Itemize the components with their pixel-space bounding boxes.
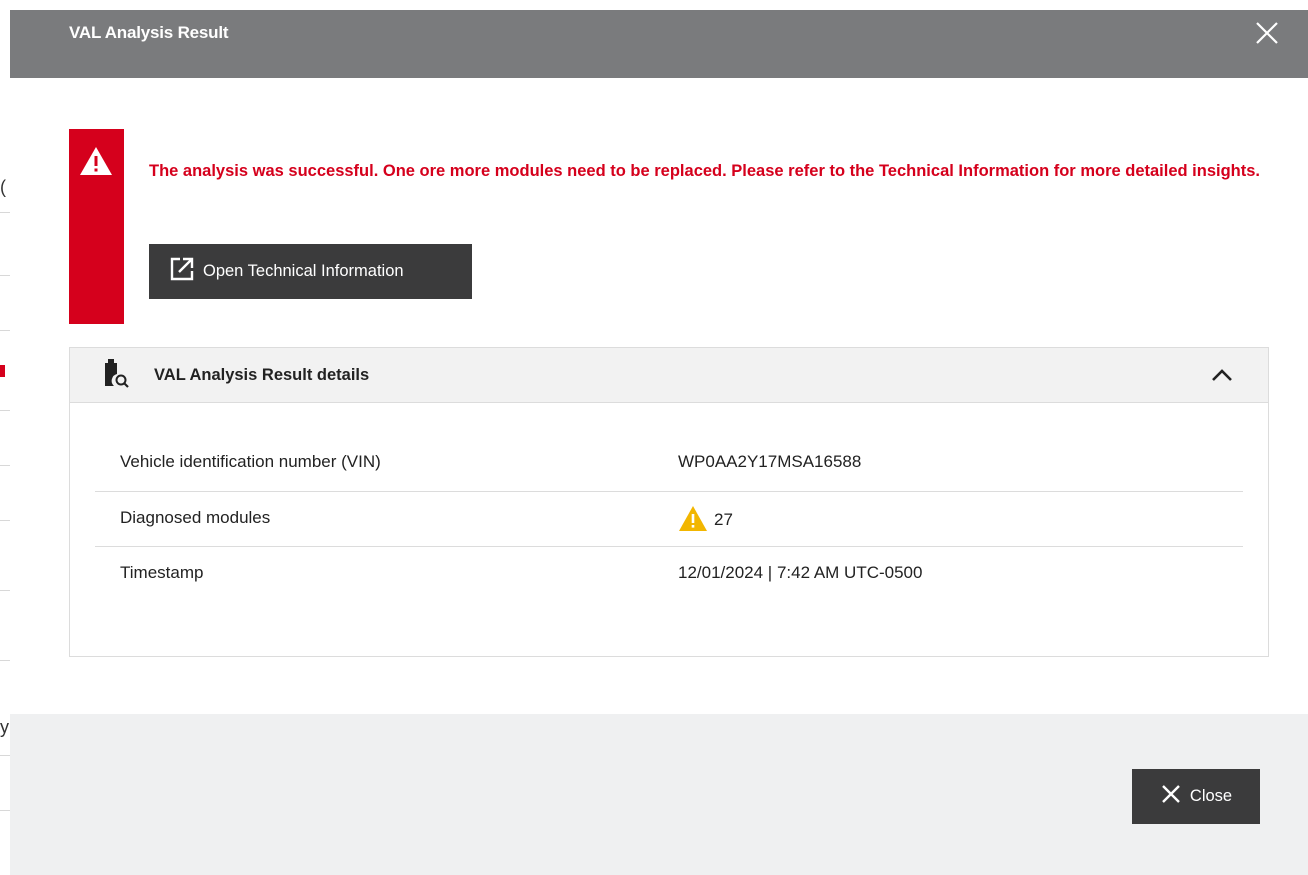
timestamp-label: Timestamp [120,563,204,582]
details-accordion: VAL Analysis Result details Vehicle iden… [69,347,1269,657]
open-technical-information-label: Open Technical Information [203,262,404,280]
alert-bar [69,129,124,324]
external-link-icon [169,256,203,287]
close-icon [1160,783,1190,810]
background-text: y [0,717,9,737]
divider [0,590,10,591]
val-analysis-dialog: VAL Analysis Result The analysis was suc… [10,0,1308,875]
divider [0,410,10,411]
close-button-label: Close [1189,787,1233,805]
timestamp-value: 12/01/2024 | 7:42 AM UTC-0500 [678,563,923,582]
divider [0,275,10,276]
table-row: Vehicle identification number (VIN) WP0A… [95,436,1243,492]
divider [0,330,10,331]
chevron-up-icon[interactable] [1210,365,1234,385]
diagnosed-modules-label: Diagnosed modules [120,508,271,527]
details-title: VAL Analysis Result details [154,366,370,384]
divider [0,465,10,466]
background-marker [0,365,5,377]
open-technical-information-button[interactable]: Open Technical Information [149,244,472,299]
close-button[interactable]: Close [1132,769,1260,824]
details-table: Vehicle identification number (VIN) WP0A… [95,436,1243,602]
background-app: ( y [0,0,10,875]
details-accordion-header[interactable]: VAL Analysis Result details [70,348,1268,403]
error-alert: The analysis was successful. One ore mor… [69,129,1269,324]
dialog-footer: Close [10,714,1308,875]
diagnosed-modules-count: 27 [714,510,733,529]
vin-value: WP0AA2Y17MSA16588 [678,452,862,471]
table-row: Timestamp 12/01/2024 | 7:42 AM UTC-0500 [95,547,1243,602]
battery-search-icon [104,359,130,389]
dialog-header: VAL Analysis Result [10,0,1308,78]
divider [0,212,10,213]
vin-label: Vehicle identification number (VIN) [120,452,381,471]
warning-triangle-icon [78,145,114,177]
close-icon[interactable] [1254,20,1280,46]
background-text: ( [0,177,6,197]
divider [0,810,10,811]
diagnosed-modules-value: 27 [678,505,733,532]
table-row: Diagnosed modules 27 [95,492,1243,547]
dialog-title: VAL Analysis Result [69,23,229,42]
divider [0,660,10,661]
divider [0,755,10,756]
warning-icon [678,505,708,532]
alert-message: The analysis was successful. One ore mor… [149,162,1261,180]
divider [0,520,10,521]
